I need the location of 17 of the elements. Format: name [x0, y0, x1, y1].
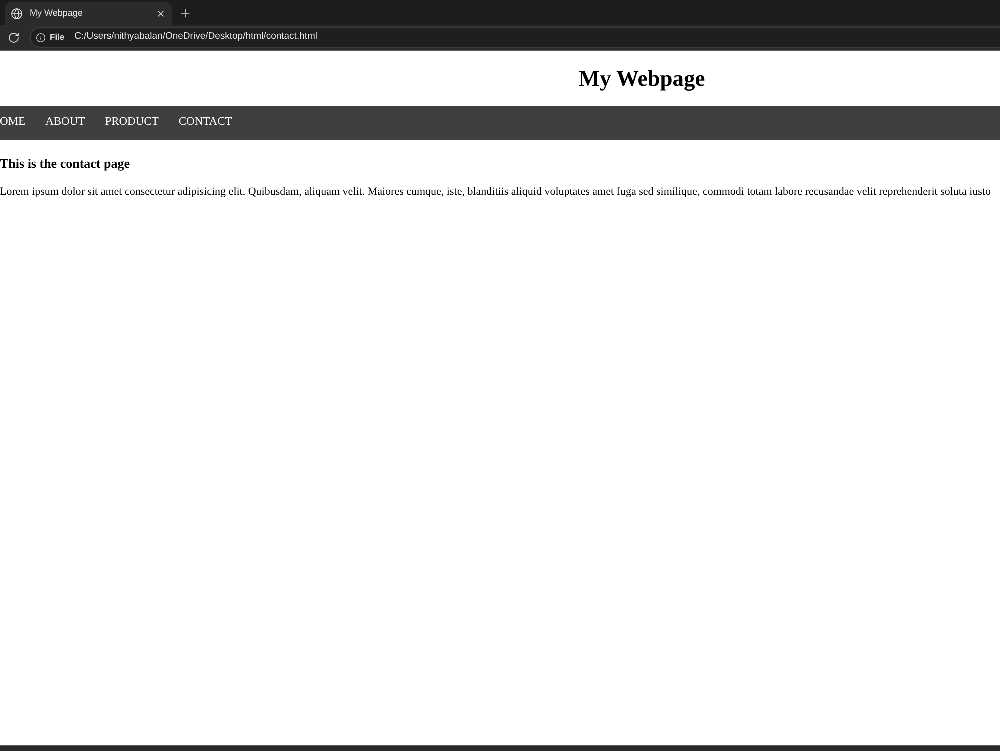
section-heading: This is the contact page	[0, 155, 130, 173]
info-icon[interactable]	[36, 32, 46, 42]
nav-link[interactable]: ABOUT	[46, 114, 86, 132]
body-paragraph: Lorem ipsum dolor sit amet consectetur adipisicing elit. Quibusdam, aliquam velit. Maiores cumque, iste, blanditiis aliquid voluptates amet fuga sed similique, commodi totam labore recusandae velit reprehenderit soluta iusto	[0, 184, 991, 200]
address-bar[interactable]: File C:/Users/nithyabalan/OneDrive/Desktop/html/contact.html	[30, 27, 1000, 48]
globe-icon	[11, 8, 23, 20]
scheme-label: File	[50, 31, 65, 44]
nav-link[interactable]: CONTACT	[178, 114, 232, 132]
tab-title: My Webpage	[30, 6, 84, 20]
browser-tab[interactable]: My Webpage	[5, 2, 172, 25]
new-tab-icon[interactable]	[179, 7, 192, 20]
nav-link[interactable]: OME	[0, 114, 26, 132]
close-icon[interactable]	[156, 8, 166, 18]
page-title: My Webpage	[578, 64, 706, 93]
reload-icon[interactable]	[8, 32, 20, 44]
nav-link[interactable]: PRODUCT	[105, 114, 159, 132]
url-text: C:/Users/nithyabalan/OneDrive/Desktop/html/contact.html	[74, 30, 318, 44]
